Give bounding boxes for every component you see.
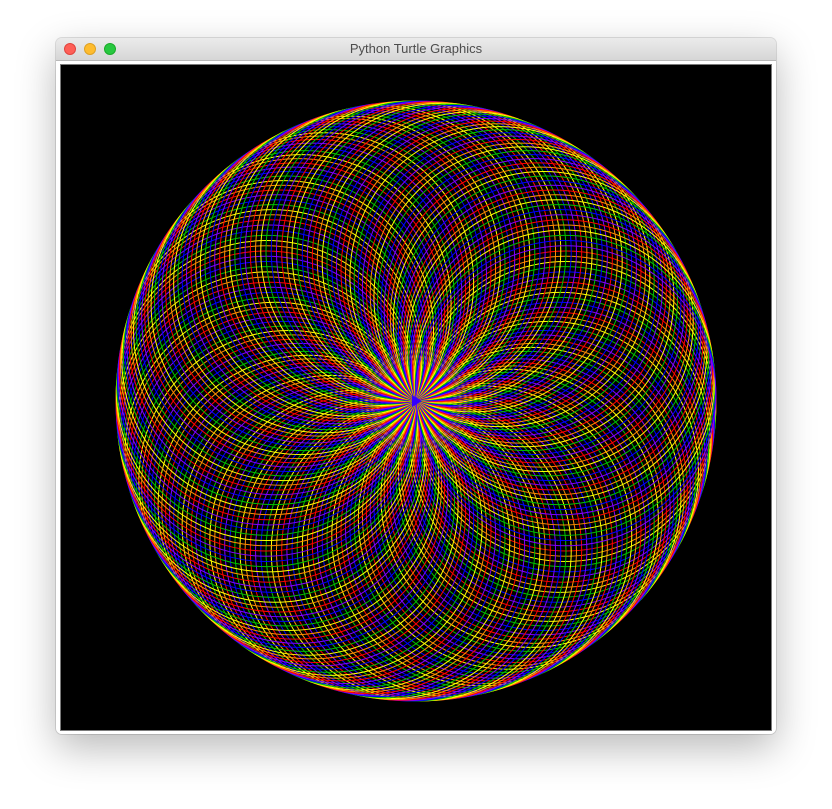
turtle-canvas-frame: [60, 64, 772, 731]
turtle-canvas[interactable]: [61, 65, 771, 730]
title-bar[interactable]: Python Turtle Graphics: [56, 38, 776, 61]
window-title: Python Turtle Graphics: [349, 41, 483, 56]
window-content: [56, 61, 776, 734]
turtle-window: Python Turtle Graphics: [56, 38, 776, 734]
